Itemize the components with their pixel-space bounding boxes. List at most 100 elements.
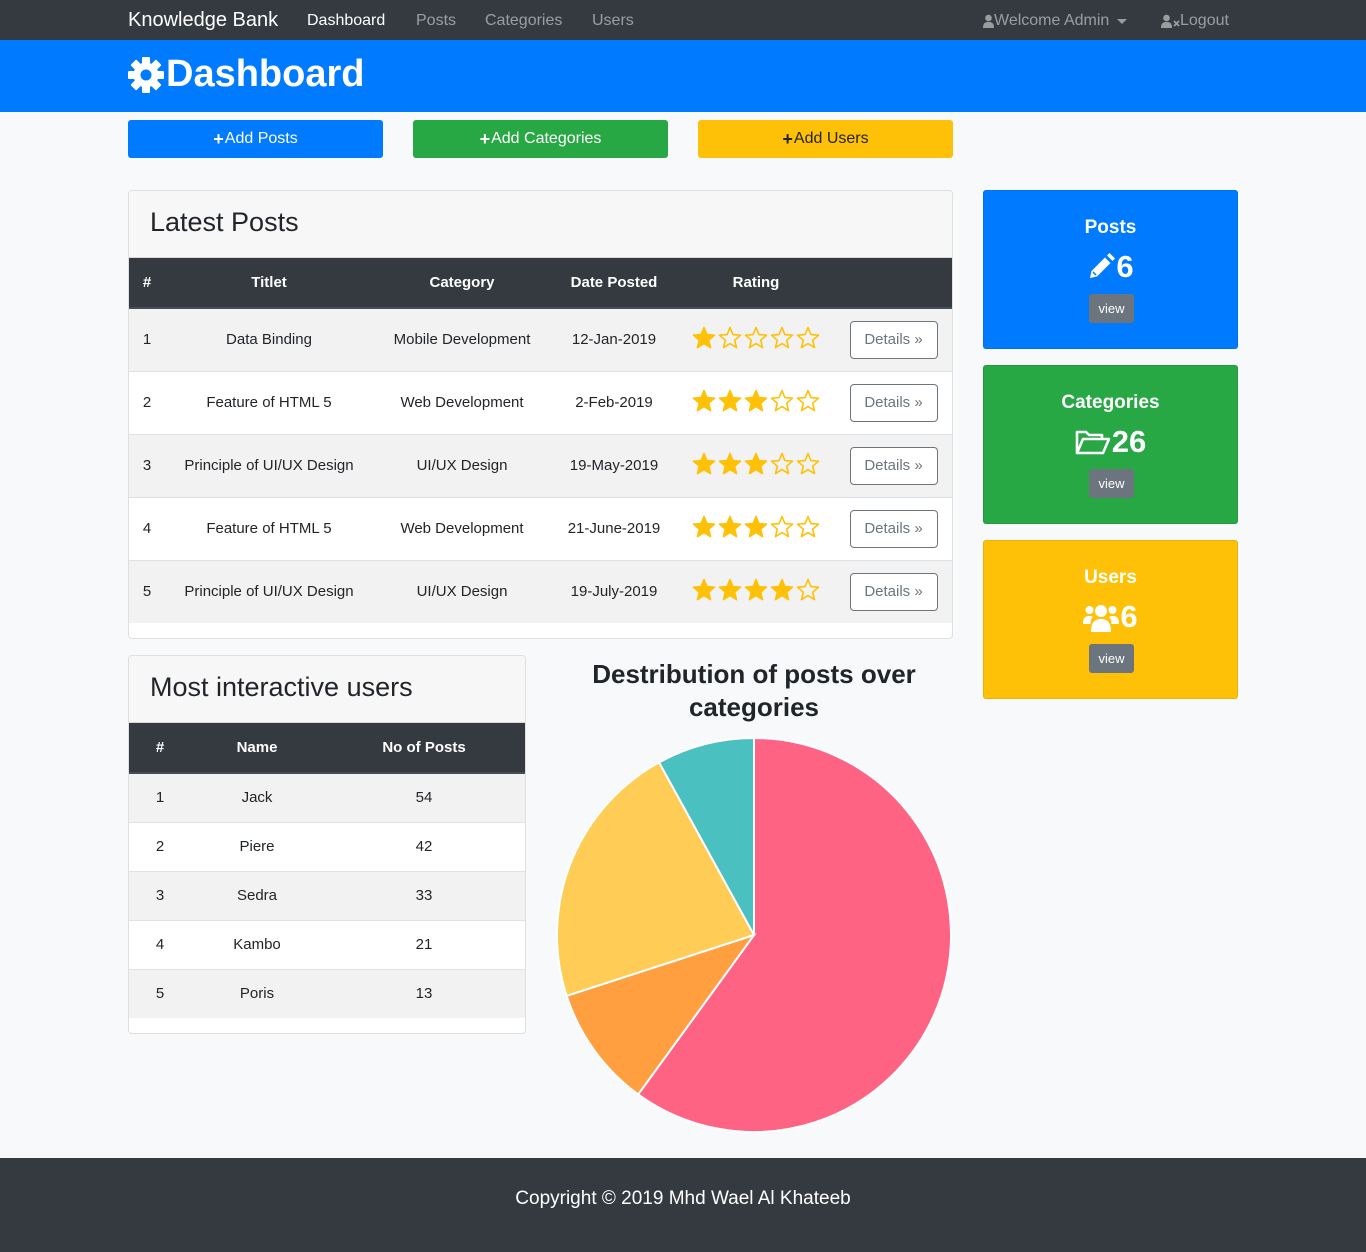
logout-link[interactable]: Logout [1161, 12, 1229, 30]
add-posts-label: Add Posts [224, 130, 298, 147]
user-times-icon [1161, 14, 1180, 28]
pencil-icon [1090, 253, 1116, 278]
row-num: 4 [129, 919, 191, 969]
star-empty-icon [796, 515, 820, 537]
nav-link-users[interactable]: Users [592, 12, 634, 30]
page-header: Dashboard [0, 40, 1366, 112]
user-icon [983, 14, 994, 28]
post-actions: Details » [835, 559, 952, 623]
add-posts-button[interactable]: + Add Posts [128, 120, 383, 158]
star-empty-icon [770, 326, 794, 349]
top-users-card: Most interactive users # Name No of Post… [128, 655, 526, 1034]
plus-icon: + [479, 128, 491, 149]
posts-stat-label: Posts [1084, 217, 1137, 238]
col-header-rating: Rating [677, 258, 835, 309]
star-empty-icon [770, 389, 794, 411]
nav-link-posts[interactable]: Posts [416, 12, 456, 30]
pie-slice-1[interactable] [636, 736, 952, 1133]
details-button[interactable]: Details » [849, 383, 938, 422]
col-header-name: Name [191, 723, 323, 774]
star-filled-icon [692, 452, 716, 474]
pie-slice-4[interactable] [657, 736, 755, 936]
add-users-label: Add Users [793, 130, 869, 147]
users-stat-label: Users [1084, 567, 1137, 588]
nav-link-dashboard[interactable]: Dashboard [307, 12, 385, 30]
col-header-actions [835, 258, 952, 309]
user-name: Sedra [191, 870, 323, 920]
star-filled-icon [744, 515, 768, 537]
post-actions: Details » [835, 307, 952, 371]
star-filled-icon [744, 389, 768, 411]
post-rating [677, 496, 835, 560]
latest-posts-table: # Titlet Category Date Posted Rating 1 Da… [129, 258, 952, 623]
page-title: Dashboard [128, 53, 364, 96]
posts-stat-card: Posts 6 view [983, 190, 1238, 349]
categories-view-button[interactable]: view [1089, 469, 1134, 498]
plus-icon: + [782, 128, 793, 149]
col-header-category: Category [373, 258, 551, 309]
row-num: 2 [129, 370, 165, 434]
post-category: Web Development [373, 370, 551, 434]
details-button[interactable]: Details » [849, 572, 938, 611]
details-button[interactable]: Details » [849, 446, 938, 485]
star-empty-icon [796, 452, 820, 474]
star-filled-icon [718, 452, 742, 474]
users-count: 6 [1120, 599, 1138, 634]
users-stat-card: Users 6 view [983, 540, 1238, 699]
post-actions: Details » [835, 370, 952, 434]
post-category: Mobile Development [373, 307, 551, 371]
star-empty-icon [770, 515, 794, 537]
user-menu-dropdown[interactable]: Welcome Admin [983, 12, 1128, 30]
latest-posts-title: Latest Posts [150, 207, 299, 237]
top-users-title: Most interactive users [150, 672, 413, 702]
top-navbar: Knowledge Bank Dashboard Posts Categorie… [0, 0, 1366, 40]
star-filled-icon [692, 515, 716, 537]
star-filled-icon [692, 389, 716, 411]
post-actions: Details » [835, 433, 952, 497]
pie-slice-3[interactable] [556, 761, 756, 998]
add-categories-button[interactable]: + Add Categories [413, 120, 668, 158]
table-row: 4 Kambo 21 [129, 919, 525, 969]
nav-link-categories[interactable]: Categories [485, 12, 562, 30]
details-button[interactable]: Details » [849, 320, 938, 359]
page-footer: Copyright © 2019 Mhd Wael Al Khateeb [0, 1158, 1366, 1252]
table-row: 3 Sedra 33 [129, 870, 525, 920]
star-filled-icon [692, 578, 716, 601]
table-row: 3 Principle of UI/UX Design UI/UX Design 19… [129, 433, 952, 497]
user-name: Poris [191, 968, 323, 1018]
details-button[interactable]: Details » [849, 509, 938, 548]
post-category: UI/UX Design [373, 559, 551, 623]
row-num: 1 [129, 772, 191, 822]
pie-slice-2[interactable] [565, 933, 757, 1096]
users-stat-value: 6 [984, 599, 1237, 635]
col-header-num: # [129, 723, 191, 774]
posts-view-button[interactable]: view [1089, 294, 1134, 323]
star-filled-icon [718, 389, 742, 411]
star-empty-icon [796, 389, 820, 411]
latest-posts-header: Latest Posts [129, 191, 952, 258]
latest-posts-card: Latest Posts # Titlet Category Date Post… [128, 190, 953, 639]
row-num: 2 [129, 821, 191, 871]
top-users-header: Most interactive users [129, 656, 525, 723]
add-users-button[interactable]: + Add Users [698, 120, 953, 158]
gear-icon [128, 56, 164, 93]
post-category: UI/UX Design [373, 433, 551, 497]
star-empty-icon [770, 452, 794, 474]
post-title: Feature of HTML 5 [165, 370, 373, 434]
chart-title: Destribution of posts over categories [592, 659, 916, 722]
star-filled-icon [744, 578, 768, 601]
posts-count: 6 [1116, 249, 1134, 284]
copyright-text: Copyright © 2019 Mhd Wael Al Khateeb [515, 1188, 851, 1209]
user-post-count: 54 [323, 772, 525, 822]
user-name: Piere [191, 821, 323, 871]
categories-count: 26 [1111, 424, 1147, 459]
star-empty-icon [718, 326, 742, 349]
brand-link[interactable]: Knowledge Bank [128, 9, 278, 32]
categories-stat-card: Categories 26 view [983, 365, 1238, 524]
post-date: 12-Jan-2019 [551, 307, 677, 371]
row-num: 3 [129, 870, 191, 920]
users-view-button[interactable]: view [1089, 644, 1134, 673]
post-title: Principle of UI/UX Design [165, 433, 373, 497]
post-rating [677, 433, 835, 497]
row-num: 1 [129, 307, 165, 371]
